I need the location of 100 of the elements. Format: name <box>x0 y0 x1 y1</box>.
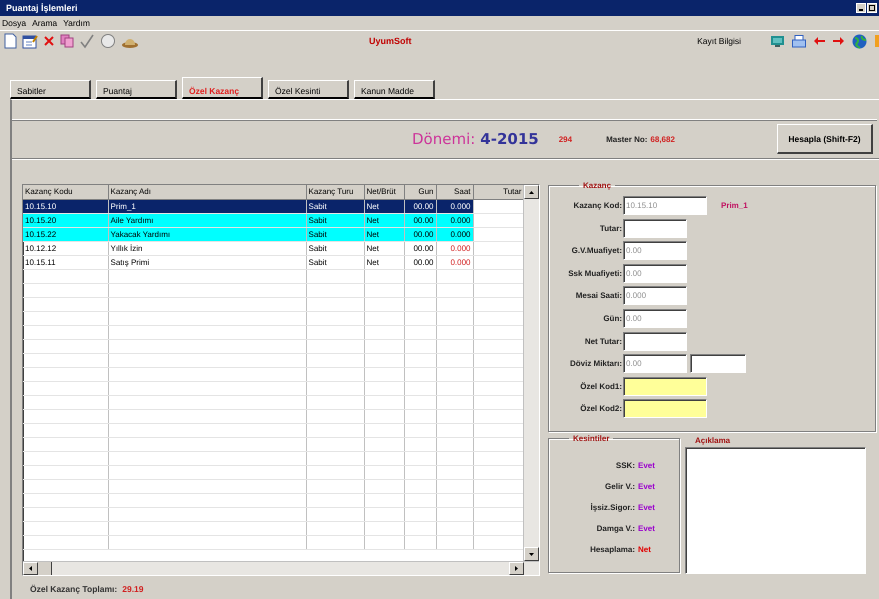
maximize-button[interactable] <box>867 3 877 13</box>
master-number: 68,682 <box>650 134 675 144</box>
tab[interactable]: Özel Kesinti <box>268 80 349 99</box>
table-cell: Yıllık İzin <box>108 241 306 255</box>
deduction-label: SSK: <box>614 461 636 470</box>
column-header[interactable]: Net/Brüt <box>364 185 404 199</box>
field-label: Özel Kod1: <box>579 382 623 391</box>
table-row[interactable]: 10.15.10 Prim_1 Sabit Net 00.00 0.000 <box>23 199 523 213</box>
cancel-icon[interactable] <box>100 33 116 49</box>
group-title: Kazanç <box>582 181 612 190</box>
copy-icon[interactable] <box>60 34 74 48</box>
table-cell: 00.00 <box>404 241 436 255</box>
printer-icon[interactable] <box>792 34 806 48</box>
column-header[interactable]: Kazanç Turu <box>306 185 364 199</box>
table-cell: 00.00 <box>404 213 436 227</box>
deduction-value: Evet <box>638 524 655 533</box>
description-title: Açıklama <box>694 435 732 447</box>
deduction-value: Net <box>638 545 651 554</box>
tab[interactable]: Puantaj <box>96 80 177 99</box>
tab[interactable]: Kanun Madde <box>354 80 435 99</box>
table-cell: 00.00 <box>404 255 436 269</box>
tab[interactable]: Sabitler <box>10 80 91 99</box>
table-row[interactable]: 10.15.22 Yakacak Yardımı Sabit Net 00.00 0.000 <box>23 227 523 241</box>
column-header[interactable]: Gun <box>404 185 436 199</box>
left-arrow-icon <box>29 566 32 571</box>
table-cell: Sabit <box>306 199 364 213</box>
table-cell: Yakacak Yardımı <box>108 227 306 241</box>
description-field[interactable] <box>685 447 866 574</box>
input-field[interactable] <box>690 354 746 374</box>
field-label: Tutar: <box>598 224 623 233</box>
table-cell: 00.00 <box>404 227 436 241</box>
calculate-button[interactable]: Hesapla (Shift-F2) <box>777 124 873 154</box>
table-row[interactable]: 10.12.12 Yıllık İzin Sabit Net 00.00 0.000 <box>23 241 523 255</box>
field-label: Mesai Saati: <box>574 291 623 300</box>
period-label: Dönemi: <box>412 130 476 148</box>
table-cell: Net <box>364 227 404 241</box>
table-cell: 10.15.11 <box>23 255 108 269</box>
table-cell: 00.00 <box>404 199 436 213</box>
globe-icon[interactable] <box>852 34 867 48</box>
input-field[interactable] <box>623 399 707 418</box>
left-arrow-icon[interactable] <box>814 37 825 45</box>
menu-item[interactable]: Dosya <box>2 18 26 28</box>
deduction-value: Evet <box>638 461 655 470</box>
table-row[interactable]: 10.15.11 Satış Primi Sabit Net 00.00 0.000 <box>23 255 523 269</box>
table-cell: 0.000 <box>436 227 473 241</box>
right-arrow-icon <box>515 566 518 571</box>
table-cell: 0.000 <box>436 213 473 227</box>
right-arrow-icon[interactable] <box>833 37 844 45</box>
column-header[interactable]: Tutar <box>473 185 523 199</box>
total-label: Özel Kazanç Toplamı: <box>30 584 118 594</box>
table-cell: 0.000 <box>436 199 473 213</box>
check-icon[interactable] <box>79 33 95 49</box>
table-cell: Sabit <box>306 227 364 241</box>
input-field[interactable] <box>623 376 707 396</box>
monitor-icon[interactable] <box>771 36 784 46</box>
field-label: Gün: <box>602 314 623 323</box>
master-label: Master No: <box>606 134 648 144</box>
scroll-thumb[interactable] <box>38 562 52 575</box>
table-cell: Net <box>364 199 404 213</box>
table-cell: 10.15.20 <box>23 213 108 227</box>
field-label: Net Tutar: <box>584 336 623 346</box>
total-value: 29.19 <box>122 584 144 594</box>
table-cell: Sabit <box>306 241 364 255</box>
deduction-value: Evet <box>638 482 655 491</box>
table-cell: Net <box>364 255 404 269</box>
down-arrow-icon <box>529 552 534 556</box>
input-field[interactable] <box>623 332 687 351</box>
table-row[interactable]: 10.15.20 Aile Yardımı Sabit Net 00.00 0.000 <box>23 213 523 227</box>
scroll-right-button[interactable] <box>509 562 524 575</box>
table-cell: Sabit <box>306 255 364 269</box>
table-cell: Satış Primi <box>108 255 306 269</box>
menu-item[interactable]: Arama <box>32 18 58 28</box>
table-cell: 10.15.10 <box>23 199 108 213</box>
table-cell: 10.15.22 <box>23 227 108 241</box>
field-label: Döviz Miktarı: <box>568 359 623 368</box>
delete-icon[interactable] <box>43 35 55 47</box>
field-label: G.V.Muafiyet: <box>570 246 623 256</box>
up-arrow-icon <box>529 190 534 194</box>
scroll-up-button[interactable] <box>524 185 539 199</box>
new-document-icon[interactable] <box>4 33 17 49</box>
table-cell: Aile Yardımı <box>108 213 306 227</box>
deduction-value: Evet <box>638 503 655 512</box>
menu-item[interactable]: Yardım <box>63 18 90 28</box>
maximize-icon <box>869 5 875 11</box>
deduction-label: İşsiz.Sigor.: <box>590 503 636 512</box>
deduction-label: Damga V.: <box>596 524 636 533</box>
scroll-down-button[interactable] <box>524 547 539 561</box>
input-field[interactable] <box>623 218 687 238</box>
earning-name: Prim_1 <box>721 201 748 210</box>
table-cell: Net <box>364 213 404 227</box>
column-header[interactable]: Saat <box>436 185 473 199</box>
record-info-link[interactable]: Kayıt Bilgisi <box>697 36 741 46</box>
period-value: 4-2015 <box>480 130 539 148</box>
window-title: Puantaj İşlemleri <box>6 3 79 13</box>
deduction-label: Hesaplama: <box>589 545 636 554</box>
column-header[interactable]: Kazanç Kodu <box>23 185 108 199</box>
edit-form-icon[interactable] <box>22 33 38 49</box>
minimize-button[interactable] <box>856 3 866 13</box>
scroll-left-button[interactable] <box>23 562 38 575</box>
column-header[interactable]: Kazanç Adı <box>108 185 306 199</box>
